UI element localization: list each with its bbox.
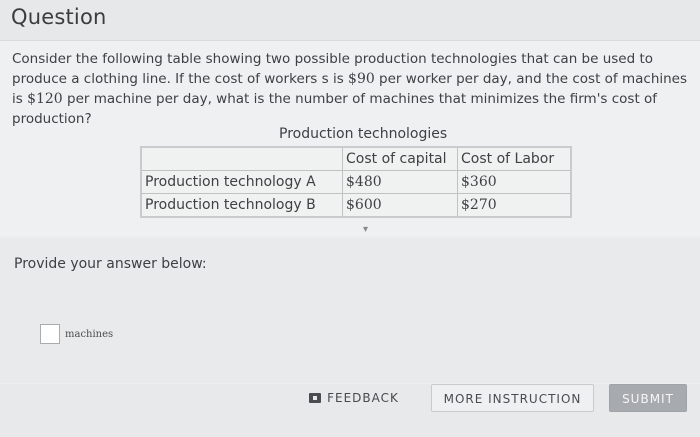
table-cell: $600	[342, 193, 458, 218]
machine-cost-value: $120	[27, 91, 63, 107]
answer-input[interactable]	[40, 324, 60, 344]
question-text: Consider the following table showing two…	[12, 49, 692, 129]
table-caption: Production technologies	[279, 126, 448, 142]
production-table: Cost of capital Cost of Labor Production…	[140, 146, 572, 218]
table-header-cell	[140, 146, 343, 171]
submit-button[interactable]: SUBMIT	[609, 384, 687, 412]
table-header-cell: Cost of capital	[342, 146, 458, 171]
table-cell: Production technology B	[140, 193, 343, 218]
feedback-label: FEEDBACK	[327, 391, 399, 405]
table-cell: $480	[342, 170, 458, 194]
feedback-icon	[309, 393, 322, 403]
question-page: Question Consider the following table sh…	[0, 0, 700, 437]
table-cell: Production technology A	[140, 170, 343, 194]
answer-prompt: Provide your answer below:	[14, 256, 207, 272]
table-header-cell: Cost of Labor	[457, 146, 572, 171]
cursor-mark: ▾	[363, 224, 369, 235]
answer-unit: machines	[65, 329, 114, 340]
table-row: Production technology B $600 $270	[140, 193, 572, 218]
table-cell: $270	[457, 193, 572, 218]
question-text-part3: per machine per day, what is the number …	[12, 91, 658, 127]
page-title: Question	[11, 5, 107, 29]
table-row: Production technology A $480 $360	[140, 170, 572, 194]
table-cell: $360	[457, 170, 572, 194]
worker-cost-value: $90	[348, 71, 375, 87]
table-header-row: Cost of capital Cost of Labor	[140, 146, 572, 171]
feedback-button[interactable]: FEEDBACK	[300, 384, 408, 412]
more-instruction-button[interactable]: MORE INSTRUCTION	[431, 384, 594, 412]
